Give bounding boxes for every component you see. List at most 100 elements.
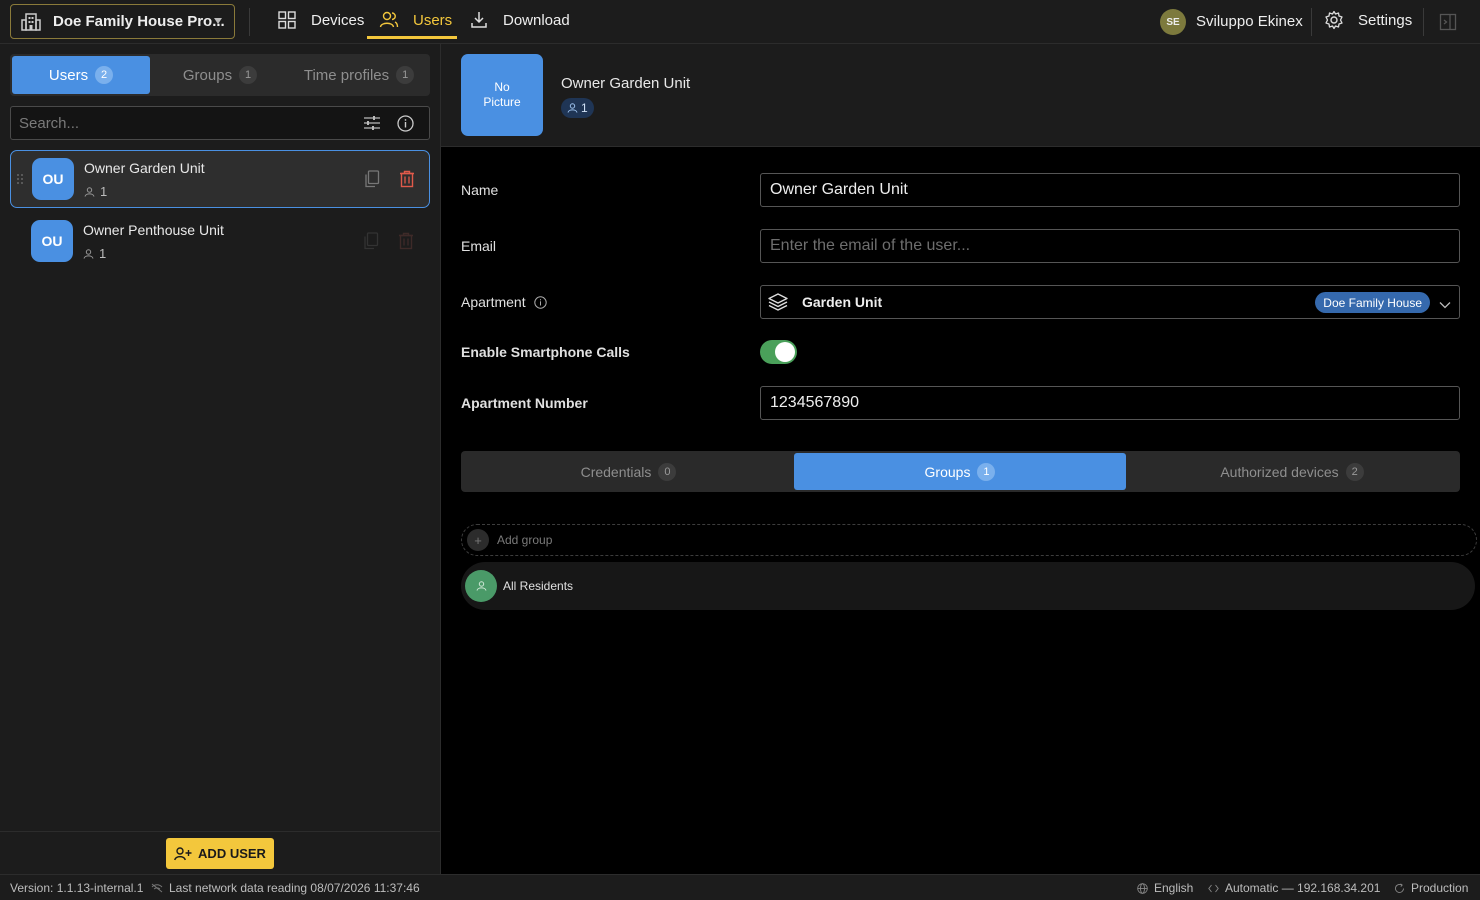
- trash-icon[interactable]: [398, 232, 414, 253]
- tab-time-profiles[interactable]: Time profiles 1: [290, 56, 428, 94]
- person-icon: [84, 186, 95, 197]
- tab-users-label: Users: [48, 66, 89, 84]
- person-icon: [83, 248, 94, 259]
- version-text: Version: 1.1.13-internal.1: [10, 881, 144, 895]
- user-name: Owner Garden Unit: [84, 160, 205, 176]
- nav-download-label: Download: [503, 11, 570, 29]
- search-box: [10, 106, 430, 140]
- project-name: Doe Family House Pro...: [53, 13, 225, 30]
- list-item[interactable]: OU Owner Penthouse Unit 1: [10, 213, 430, 271]
- nav-devices[interactable]: Devices: [277, 0, 364, 40]
- user-name: Owner Penthouse Unit: [83, 222, 224, 238]
- sidebar: Users 2 Groups 1 Time profiles 1 OU Owner G…: [0, 44, 441, 874]
- globe-icon: [1137, 882, 1148, 894]
- gear-icon: [1324, 10, 1344, 30]
- apartment-select[interactable]: Garden Unit Doe Family House: [760, 285, 1460, 319]
- name-input[interactable]: [761, 174, 1459, 206]
- detail-header: No Picture Owner Garden Unit 1: [441, 44, 1480, 147]
- add-group-button[interactable]: + Add group: [461, 524, 1477, 556]
- connection-status[interactable]: Automatic — 192.168.34.201: [1208, 881, 1380, 895]
- tab-time-profiles-count: 1: [396, 66, 415, 84]
- apartment-value: Garden Unit: [802, 294, 883, 310]
- network-text: Last network data reading 08/07/2026 11:…: [169, 881, 420, 895]
- users-icon: [379, 10, 399, 30]
- chevron-down-icon[interactable]: [1439, 296, 1451, 312]
- copy-icon[interactable]: [363, 232, 379, 253]
- apartment-number-field: [760, 386, 1460, 420]
- avatar[interactable]: SE: [1160, 9, 1186, 35]
- avatar: OU: [31, 220, 73, 262]
- add-user-button[interactable]: ADD USER: [166, 838, 274, 869]
- code-icon: [1208, 884, 1219, 893]
- apartment-label: Apartment: [461, 294, 526, 310]
- search-input[interactable]: [11, 107, 341, 139]
- network-status: Last network data reading 08/07/2026 11:…: [151, 881, 420, 895]
- sidebar-footer: ADD USER: [0, 831, 440, 874]
- copy-icon[interactable]: [364, 170, 380, 191]
- grid-icon: [277, 10, 297, 30]
- tab-authorized-devices[interactable]: Authorized devices 2: [1126, 453, 1458, 490]
- tab-credentials[interactable]: Credentials 0: [463, 453, 794, 490]
- info-icon[interactable]: [533, 295, 547, 309]
- smartphone-calls-toggle[interactable]: [760, 340, 797, 364]
- plus-icon: +: [467, 529, 489, 551]
- group-count-badge: 1: [561, 98, 594, 118]
- avatar: OU: [32, 158, 74, 200]
- building-icon: [21, 12, 41, 32]
- email-label: Email: [461, 238, 497, 254]
- page-title: Owner Garden Unit: [561, 75, 691, 92]
- person-icon: [567, 103, 578, 113]
- trash-icon[interactable]: [399, 170, 415, 191]
- user-name[interactable]: Sviluppo Ekinex: [1196, 13, 1303, 30]
- email-field: [760, 229, 1460, 263]
- apartment-label-row: Apartment: [461, 294, 547, 310]
- tab-groups[interactable]: Groups 1: [150, 56, 290, 94]
- tab-groups-count: 1: [977, 462, 996, 481]
- tab-authorized-devices-count: 2: [1345, 462, 1364, 481]
- top-bar: Doe Family House Pro... Devices Users Do…: [0, 0, 1480, 44]
- list-item[interactable]: OU Owner Garden Unit 1: [10, 150, 430, 208]
- settings-button[interactable]: Settings: [1324, 0, 1412, 40]
- tab-groups[interactable]: Groups 1: [794, 453, 1126, 490]
- tab-authorized-devices-label: Authorized devices: [1220, 463, 1339, 480]
- divider: [1423, 8, 1424, 36]
- environment-status[interactable]: Production: [1394, 881, 1468, 895]
- drag-handle-icon[interactable]: [16, 172, 24, 188]
- tab-groups-count: 1: [239, 66, 258, 84]
- group-icon: [465, 570, 497, 602]
- email-input[interactable]: [761, 230, 1459, 262]
- sidebar-tabs: Users 2 Groups 1 Time profiles 1: [10, 54, 430, 96]
- tab-credentials-count: 0: [658, 462, 677, 481]
- name-field: [760, 173, 1460, 207]
- building-chip: Doe Family House: [1315, 292, 1430, 313]
- smartphone-calls-label: Enable Smartphone Calls: [461, 344, 630, 360]
- layers-icon: [768, 292, 788, 312]
- tab-groups-label: Groups: [182, 66, 233, 84]
- refresh-icon: [1394, 882, 1405, 894]
- tab-users[interactable]: Users 2: [12, 56, 150, 94]
- project-selector[interactable]: Doe Family House Pro...: [10, 4, 235, 39]
- chevron-down-icon: [214, 18, 222, 24]
- profile-picture[interactable]: No Picture: [461, 54, 543, 136]
- nav-users[interactable]: Users: [379, 0, 452, 40]
- tab-time-profiles-label: Time profiles: [303, 66, 390, 84]
- name-label: Name: [461, 182, 499, 198]
- nav-download[interactable]: Download: [469, 0, 570, 40]
- environment-text: Production: [1411, 881, 1469, 895]
- logout-icon[interactable]: [1439, 13, 1457, 31]
- connection-text: Automatic — 192.168.34.201: [1225, 881, 1381, 895]
- language-text: English: [1154, 881, 1194, 895]
- user-detail: No Picture Owner Garden Unit 1 Name Emai…: [441, 44, 1480, 874]
- add-user-label: ADD USER: [198, 846, 266, 861]
- apartment-number-input[interactable]: [761, 387, 1459, 419]
- list-item[interactable]: All Residents: [461, 562, 1475, 610]
- info-icon[interactable]: [397, 115, 414, 135]
- status-bar: Version: 1.1.13-internal.1 Last network …: [0, 874, 1480, 900]
- settings-label: Settings: [1358, 11, 1413, 29]
- language-selector[interactable]: English: [1137, 881, 1193, 895]
- group-count: 1: [83, 246, 106, 261]
- group-count-value: 1: [100, 184, 108, 199]
- divider: [1311, 8, 1312, 36]
- filter-icon[interactable]: [363, 115, 381, 134]
- group-count: 1: [84, 184, 107, 199]
